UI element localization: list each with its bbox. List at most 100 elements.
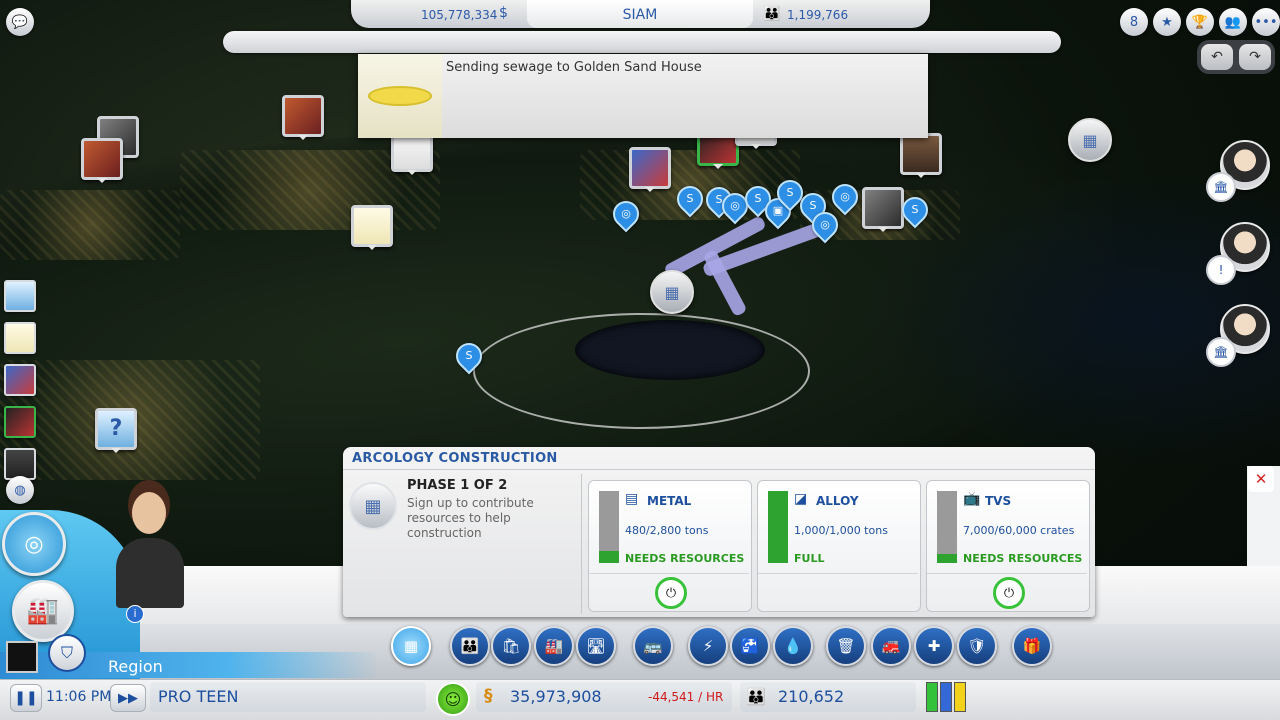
undo-button[interactable]: ↶ [1201,44,1233,70]
arcology-icon: ▦ [349,482,397,530]
unclaimed-city-marker[interactable]: ? [95,408,137,453]
sewage-icon [358,54,442,138]
resource-card: ▤ METAL 480/2,800 tons NEEDS RESOURCES ⏻ [588,480,752,612]
redo-button[interactable]: ↷ [1239,44,1271,70]
resource-status: FULL [794,552,825,565]
city-list [4,280,36,490]
resource-amount: 7,000/60,000 crates [963,524,1075,537]
arcology-panel: ARCOLOGY CONSTRUCTION ▦ PHASE 1 OF 2 Sig… [343,447,1095,617]
government-icon[interactable]: 🏛 [1206,172,1236,202]
resource-name: TVS [985,494,1012,508]
money-display[interactable]: § 35,973,908 -44,541 / HR [476,682,732,712]
alert-icon[interactable]: ! [1206,255,1236,285]
power-toggle-icon[interactable]: ⏻ [655,577,687,609]
sim-data-icon[interactable]: ◎ [2,512,66,576]
minimap-thumb[interactable] [6,641,38,673]
city-build-icon[interactable]: 🏭 [12,580,74,642]
resource-progress [768,491,788,563]
gift-tool-icon[interactable]: 🎁 [1012,626,1052,666]
rci-bar [954,682,966,712]
region-button[interactable]: Region [108,657,163,676]
more-icon[interactable]: ••• [1252,8,1280,36]
residential-tool-icon[interactable]: 👪 [450,626,490,666]
region-city-marker[interactable] [862,187,904,232]
build-tools: ▦ 👪 🛍 🏭 🛣 🚌 ⚡ 🚰 💧 🗑 🚒 ✚ 🛡 🎁 [386,624,1066,668]
resource-name: ALLOY [816,494,859,508]
game-time: 11:06 PM [46,689,112,705]
phase-title: PHASE 1 OF 2 [407,478,508,493]
region-city-marker[interactable] [81,138,123,183]
city-name[interactable]: SIAM [527,0,753,28]
notification-text: Sending sewage to Golden Sand House [446,60,702,75]
rci-bar [940,682,952,712]
water-tool-icon[interactable]: 🚰 [730,626,770,666]
player-avatar-marker[interactable] [900,133,942,178]
resource-amount: 1,000/1,000 tons [794,524,888,537]
notification-popup[interactable]: Sending sewage to Golden Sand House [358,54,928,138]
rci-meter[interactable] [926,682,972,712]
roads-tool-icon[interactable]: 🛣 [576,626,616,666]
fire-tool-icon[interactable]: 🚒 [871,626,911,666]
sewage-tool-icon[interactable]: 💧 [773,626,813,666]
arcology-ring [473,313,810,429]
speed-button[interactable]: ▶▶ [110,684,146,712]
sewage-marker[interactable] [351,205,393,250]
arcology-tool-icon[interactable]: ▦ [391,626,431,666]
resource-card: 📺 TVS 7,000/60,000 crates NEEDS RESOURCES ⏻ [926,480,1090,612]
trophy-icon[interactable]: 🏆 [1186,8,1214,36]
info-icon[interactable]: i [126,605,144,623]
rci-bar [926,682,938,712]
population-display[interactable]: 👪 210,652 [740,682,916,712]
city-status[interactable]: PRO TEEN [150,682,426,712]
close-panel-button[interactable]: ✕ [1248,466,1274,492]
power-tool-icon[interactable]: ⚡ [688,626,728,666]
police-tool-icon[interactable]: 🛡 [957,626,997,666]
resource-progress [937,491,957,563]
region-money: 105,778,334 [421,8,498,22]
achievement-icon[interactable]: 8 [1120,8,1148,36]
population-icon: 👪 [763,6,781,22]
city-thumb[interactable] [4,280,36,312]
resource-amount: 480/2,800 tons [625,524,709,537]
city-thumb[interactable] [4,406,36,438]
money-value: 35,973,908 [510,687,602,706]
resource-status: NEEDS RESOURCES [625,552,745,565]
simoleon-icon: § [484,686,493,706]
region-city-marker[interactable] [282,95,324,140]
status-text: PRO TEEN [158,687,239,706]
city-lights [0,190,180,260]
arcology-marker-icon[interactable]: ▦ [1068,118,1112,162]
chat-icon[interactable]: 💬 [6,8,34,36]
health-tool-icon[interactable]: ✚ [914,626,954,666]
region-city-marker[interactable] [629,147,671,192]
industrial-tool-icon[interactable]: 🏭 [534,626,574,666]
undo-redo: ↶ ↷ [1197,40,1275,74]
phase-description: Sign up to contribute resources to help … [407,496,534,540]
happiness-icon[interactable]: ☺ [436,682,470,716]
tv-icon: 📺 [963,491,981,507]
garbage-tool-icon[interactable]: 🗑 [826,626,866,666]
metal-icon: ▤ [625,491,639,507]
transport-tool-icon[interactable]: 🚌 [633,626,673,666]
region-population: 1,199,766 [787,8,849,22]
mayor-avatar[interactable] [110,478,190,608]
simoleon-icon: $ [499,5,508,21]
arcology-marker-icon[interactable]: ▦ [650,270,694,314]
awards-icon[interactable]: ★ [1153,8,1181,36]
shield-icon[interactable]: ⛉ [48,634,86,672]
view-toggle-icon[interactable]: ◍ [6,476,34,504]
city-thumb[interactable] [4,364,36,396]
city-thumb[interactable] [4,322,36,354]
resource-progress [599,491,619,563]
power-toggle-icon[interactable]: ⏻ [993,577,1025,609]
pause-button[interactable]: ❚❚ [10,684,42,712]
friends-icon[interactable]: 👥 [1219,8,1247,36]
population-value: 210,652 [778,687,845,706]
commercial-tool-icon[interactable]: 🛍 [491,626,531,666]
resource-name: METAL [647,494,692,508]
notification-bar [223,31,1061,53]
resource-card: ◪ ALLOY 1,000/1,000 tons FULL [757,480,921,612]
panel-title: ARCOLOGY CONSTRUCTION [352,451,558,466]
government-icon[interactable]: 🏛 [1206,337,1236,367]
money-rate: -44,541 / HR [648,690,724,704]
